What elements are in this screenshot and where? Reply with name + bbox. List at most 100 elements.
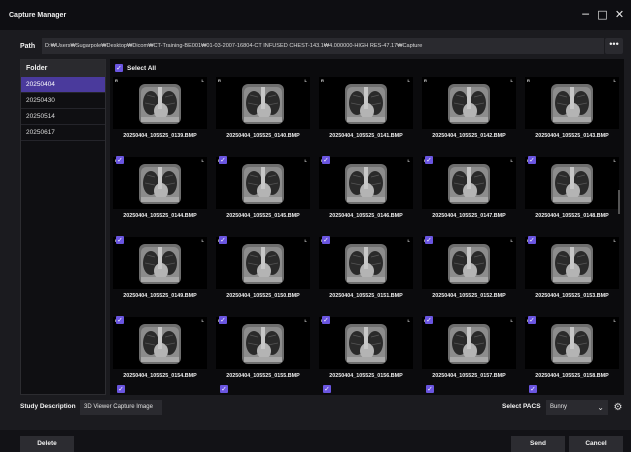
- tile-checkbox[interactable]: ✓: [322, 156, 330, 164]
- ct-thumbnail[interactable]: RL: [422, 157, 516, 209]
- folder-item[interactable]: 20250430: [21, 93, 105, 109]
- tile-checkbox[interactable]: ✓: [219, 236, 227, 244]
- ct-thumbnail[interactable]: RL: [319, 77, 413, 129]
- study-description-label: Study Description: [20, 403, 76, 410]
- tile-checkbox[interactable]: ✓: [220, 385, 228, 393]
- ct-thumbnail[interactable]: RL: [525, 77, 619, 129]
- orientation-marker-left: R: [321, 78, 324, 83]
- maximize-icon[interactable]: □: [597, 8, 608, 21]
- capture-tile[interactable]: R L 20250404_105525_0143.BMP: [523, 77, 621, 147]
- ct-thumbnail[interactable]: RL: [113, 77, 207, 129]
- ct-thumbnail[interactable]: RL: [422, 317, 516, 369]
- capture-tile[interactable]: RL✓ 20250404_105525_0150.BMP: [214, 236, 312, 307]
- select-all-checkbox[interactable]: ✓: [115, 64, 123, 72]
- cancel-button[interactable]: Cancel: [569, 436, 623, 452]
- ct-thumbnail[interactable]: RL: [113, 237, 207, 289]
- grid-scrollbar[interactable]: [615, 60, 623, 394]
- ct-thumbnail[interactable]: RL: [319, 157, 413, 209]
- select-all-row[interactable]: ✓ Select All: [115, 62, 156, 74]
- tile-filename: 20250404_105525_0151.BMP: [329, 293, 403, 299]
- capture-tile[interactable]: R L 20250404_105525_0141.BMP: [317, 77, 415, 147]
- capture-tile[interactable]: R L 20250404_105525_0142.BMP: [420, 77, 518, 147]
- capture-tile[interactable]: RL✓ 20250404_105525_0157.BMP: [420, 316, 518, 387]
- capture-tile[interactable]: RL✓ 20250404_105525_0149.BMP: [111, 236, 209, 307]
- pacs-select[interactable]: Bunny ⌄: [546, 400, 608, 415]
- tile-filename: 20250404_105525_0144.BMP: [123, 213, 197, 219]
- tile-checkbox[interactable]: ✓: [323, 385, 331, 393]
- path-label: Path: [20, 42, 36, 50]
- tile-checkbox[interactable]: ✓: [425, 236, 433, 244]
- tile-filename: 20250404_105525_0153.BMP: [535, 293, 609, 299]
- tile-checkbox[interactable]: ✓: [219, 316, 227, 324]
- tile-checkbox[interactable]: ✓: [322, 236, 330, 244]
- tile-checkbox[interactable]: ✓: [528, 236, 536, 244]
- ct-thumbnail[interactable]: RL: [525, 317, 619, 369]
- orientation-marker-right: L: [304, 318, 307, 323]
- orientation-marker-right: L: [407, 318, 410, 323]
- orientation-marker-right: L: [407, 158, 410, 163]
- tile-checkbox[interactable]: ✓: [426, 385, 434, 393]
- tile-checkbox[interactable]: ✓: [219, 156, 227, 164]
- capture-tile[interactable]: RL✓ 20250404_105525_0148.BMP: [523, 156, 621, 227]
- capture-tile[interactable]: R L 20250404_105525_0139.BMP: [111, 77, 209, 147]
- ct-thumbnail[interactable]: RL: [216, 157, 310, 209]
- tile-checkbox[interactable]: ✓: [528, 156, 536, 164]
- tile-checkbox[interactable]: ✓: [529, 385, 537, 393]
- gear-icon[interactable]: ⚙: [612, 400, 624, 415]
- capture-tile[interactable]: RL✓ 20250404_105525_0147.BMP: [420, 156, 518, 227]
- send-button[interactable]: Send: [511, 436, 565, 452]
- minimize-icon[interactable]: ─: [580, 8, 591, 21]
- capture-tile[interactable]: RL✓ 20250404_105525_0152.BMP: [420, 236, 518, 307]
- folder-item[interactable]: 20250617: [21, 125, 105, 141]
- path-field[interactable]: D:₩Users₩Sugarpole₩Desktop₩Dicom₩CT-Trai…: [42, 38, 604, 54]
- delete-button[interactable]: Delete: [20, 436, 74, 452]
- ct-thumbnail[interactable]: RL: [525, 157, 619, 209]
- capture-tile[interactable]: RL✓ 20250404_105525_0154.BMP: [111, 316, 209, 387]
- tile-checkbox[interactable]: ✓: [116, 236, 124, 244]
- orientation-marker-right: L: [510, 318, 513, 323]
- folder-item[interactable]: 20250404: [21, 77, 105, 93]
- more-horizontal-icon[interactable]: •••: [605, 38, 623, 54]
- ct-thumbnail[interactable]: RL: [525, 237, 619, 289]
- capture-tile[interactable]: R L 20250404_105525_0140.BMP: [214, 77, 312, 147]
- folder-item[interactable]: 20250514: [21, 109, 105, 125]
- capture-tile[interactable]: RL✓ 20250404_105525_0151.BMP: [317, 236, 415, 307]
- ct-thumbnail[interactable]: RL: [319, 237, 413, 289]
- tile-checkbox[interactable]: ✓: [116, 316, 124, 324]
- ct-thumbnail[interactable]: RL: [216, 317, 310, 369]
- ct-thumbnail[interactable]: RL: [422, 237, 516, 289]
- ct-thumbnail[interactable]: RL: [216, 77, 310, 129]
- tile-checkbox[interactable]: ✓: [425, 156, 433, 164]
- capture-tile[interactable]: RL✓ 20250404_105525_0146.BMP: [317, 156, 415, 227]
- path-row: Path D:₩Users₩Sugarpole₩Desktop₩Dicom₩CT…: [0, 36, 631, 56]
- scrollbar-thumb[interactable]: [618, 190, 620, 214]
- capture-tile[interactable]: RL✓ 20250404_105525_0145.BMP: [214, 156, 312, 227]
- folder-panel: Folder 20250404 20250430 20250514 20250617: [20, 59, 106, 395]
- tile-checkbox[interactable]: ✓: [528, 316, 536, 324]
- capture-tile[interactable]: RL✓ 20250404_105525_0156.BMP: [317, 316, 415, 387]
- select-all-label: Select All: [127, 64, 157, 72]
- tile-checkbox[interactable]: ✓: [425, 316, 433, 324]
- capture-tile[interactable]: RL✓ 20250404_105525_0155.BMP: [214, 316, 312, 387]
- tile-filename: 20250404_105525_0140.BMP: [226, 133, 300, 139]
- tile-checkbox[interactable]: ✓: [116, 156, 124, 164]
- tile-filename: 20250404_105525_0149.BMP: [123, 293, 197, 299]
- ct-thumbnail[interactable]: RL: [113, 157, 207, 209]
- tile-checkbox[interactable]: ✓: [117, 385, 125, 393]
- orientation-marker-right: L: [304, 238, 307, 243]
- capture-tile[interactable]: RL✓ 20250404_105525_0153.BMP: [523, 236, 621, 307]
- capture-tile[interactable]: RL✓ 20250404_105525_0158.BMP: [523, 316, 621, 387]
- study-description-field[interactable]: 3D Viewer Capture Image: [80, 400, 162, 415]
- tile-filename: 20250404_105525_0158.BMP: [535, 373, 609, 379]
- tile-checkbox[interactable]: ✓: [322, 316, 330, 324]
- orientation-marker-left: R: [424, 78, 427, 83]
- ct-thumbnail[interactable]: RL: [319, 317, 413, 369]
- ct-thumbnail[interactable]: RL: [422, 77, 516, 129]
- tile-filename: 20250404_105525_0146.BMP: [329, 213, 403, 219]
- ct-thumbnail[interactable]: RL: [216, 237, 310, 289]
- capture-grid: ✓ Select All R L 20250404_105525_0139.BMP R…: [110, 59, 624, 395]
- close-icon[interactable]: ✕: [614, 8, 625, 21]
- capture-tile[interactable]: RL✓ 20250404_105525_0144.BMP: [111, 156, 209, 227]
- tile-filename: 20250404_105525_0150.BMP: [226, 293, 300, 299]
- ct-thumbnail[interactable]: RL: [113, 317, 207, 369]
